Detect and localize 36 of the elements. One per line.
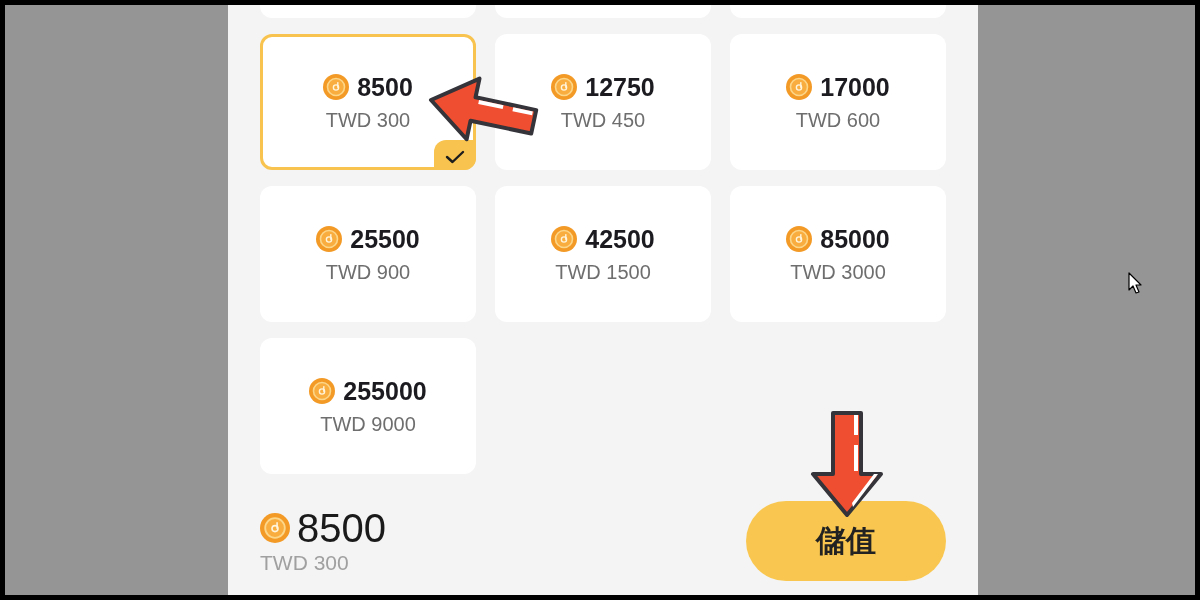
coin-icon xyxy=(260,513,290,543)
coin-icon xyxy=(323,74,350,100)
coin-amount: 25500 xyxy=(350,224,420,254)
total-coin-amount: 8500 xyxy=(297,506,386,550)
price-label: TWD 900 xyxy=(325,260,411,284)
coin-icon xyxy=(786,226,813,252)
price-label: TWD 300 xyxy=(325,108,411,132)
coin-amount: 17000 xyxy=(820,72,890,102)
package-card[interactable]: 85000 TWD 3000 xyxy=(730,186,946,322)
package-card[interactable]: 25500 TWD 900 xyxy=(260,186,476,322)
coin-amount: 255000 xyxy=(343,376,427,406)
price-label: TWD 600 xyxy=(795,108,881,132)
price-label: TWD 1500 xyxy=(555,260,651,284)
coin-icon xyxy=(786,74,813,100)
package-card[interactable]: 255000 TWD 9000 xyxy=(260,338,476,474)
package-card[interactable]: 17000 TWD 600 xyxy=(730,34,946,170)
package-card[interactable] xyxy=(730,5,946,18)
coin-icon xyxy=(316,226,343,252)
price-label: TWD 3000 xyxy=(790,260,886,284)
package-card[interactable] xyxy=(260,5,476,18)
coin-amount: 42500 xyxy=(585,224,655,254)
package-card[interactable]: 12750 TWD 450 xyxy=(495,34,711,170)
coin-icon xyxy=(551,226,578,252)
price-label: TWD 9000 xyxy=(320,412,416,436)
coin-icon xyxy=(551,74,578,100)
coin-icon xyxy=(309,378,336,404)
package-card[interactable] xyxy=(495,5,711,18)
coin-amount: 8500 xyxy=(357,72,413,102)
total-price-label: TWD 300 xyxy=(260,550,349,576)
cursor-icon xyxy=(1128,272,1142,294)
price-label: TWD 450 xyxy=(560,108,646,132)
coin-amount: 12750 xyxy=(585,72,655,102)
coin-amount: 85000 xyxy=(820,224,890,254)
check-icon xyxy=(434,140,476,170)
top-up-button[interactable]: 儲值 xyxy=(746,501,946,581)
package-card[interactable]: 42500 TWD 1500 xyxy=(495,186,711,322)
